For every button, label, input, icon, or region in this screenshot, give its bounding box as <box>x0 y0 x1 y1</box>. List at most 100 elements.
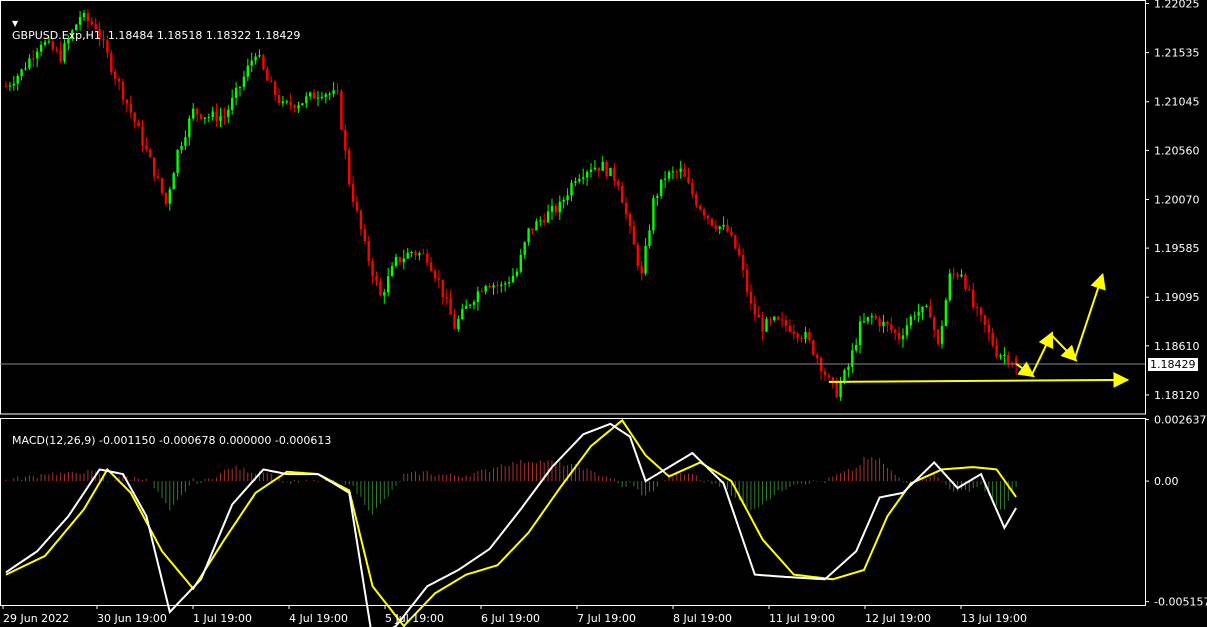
price-tick-label: 1.21535 <box>1154 47 1200 60</box>
candle-body <box>870 315 873 318</box>
candle-body <box>500 284 503 286</box>
candle-body <box>702 209 706 216</box>
candle-body <box>562 200 565 202</box>
candle-body <box>933 317 936 330</box>
candle-body <box>270 80 273 82</box>
time-tick-label: 5 Jul 19:00 <box>385 612 444 625</box>
candle-body <box>156 176 160 179</box>
candle-body <box>773 316 776 321</box>
candle-body <box>628 214 632 227</box>
candle-body <box>550 205 554 212</box>
candle-body <box>16 76 19 84</box>
candle-body <box>675 171 678 173</box>
candle-body <box>936 329 940 344</box>
projection-arrow <box>1030 331 1054 376</box>
candle-body <box>383 292 386 296</box>
candle-body <box>1003 355 1006 357</box>
candle-body <box>706 215 710 219</box>
dropdown-triangle-icon[interactable]: ▼ <box>12 19 18 28</box>
candle-body <box>344 129 347 151</box>
candle-body <box>8 85 12 87</box>
candle-body <box>687 176 690 183</box>
candle-body <box>894 330 897 333</box>
candle-body <box>582 177 585 179</box>
candle-body <box>320 96 324 98</box>
candle-body <box>979 307 983 316</box>
candle-body <box>511 275 515 283</box>
candle-body <box>816 354 819 359</box>
time-tick-label: 11 Jul 19:00 <box>769 612 835 625</box>
candle-body <box>480 291 483 293</box>
candle-body <box>445 296 448 299</box>
candle-body <box>433 270 437 279</box>
candle-body <box>831 377 834 382</box>
candle-body <box>699 205 702 210</box>
candle-body <box>636 244 639 267</box>
candle-body <box>266 69 269 81</box>
candle-body <box>519 254 522 272</box>
candle-body <box>199 114 203 119</box>
candle-body <box>129 103 132 113</box>
candle-body <box>640 266 643 274</box>
candle-body <box>184 137 187 147</box>
candle-body <box>359 210 363 230</box>
candle-body <box>839 382 842 398</box>
candle-body <box>663 178 667 180</box>
candle-body <box>738 248 741 255</box>
candle-body <box>660 179 663 197</box>
candle-body <box>426 253 429 263</box>
candle-body <box>340 90 343 130</box>
price-tick-label: 1.21045 <box>1154 96 1200 109</box>
trend-arrows <box>828 272 1130 388</box>
candle-body <box>195 108 199 115</box>
candle-body <box>367 241 370 262</box>
candle-body <box>422 253 425 255</box>
macd-lines <box>5 418 1017 627</box>
candle-body <box>121 81 125 100</box>
candle-body <box>905 325 909 336</box>
candle-body <box>671 171 675 173</box>
candle-body <box>227 109 230 117</box>
candle-body <box>476 291 480 303</box>
candle-body <box>975 307 979 309</box>
candle-body <box>605 161 608 176</box>
candle-body <box>4 86 8 88</box>
candle-body <box>219 116 222 121</box>
trading-chart[interactable]: 1.22025 1.21535 1.21045 1.20560 1.20070 1.195… <box>0 0 1207 627</box>
time-axis[interactable]: 29 Jun 2022 30 Jun 19:00 1 Jul 19:00 4 Jul … <box>2 605 1027 625</box>
time-tick-label: 6 Jul 19:00 <box>481 612 540 625</box>
candle-body <box>769 319 772 321</box>
candle-body <box>59 49 62 62</box>
candle-body <box>328 93 331 95</box>
price-tick-label: 1.19095 <box>1154 291 1200 304</box>
candle-body <box>800 337 803 339</box>
candle-body <box>20 69 23 77</box>
candle-body <box>554 205 558 213</box>
symbol-header: ▼ GBPUSD.Exp,H1 1.18484 1.18518 1.18322 … <box>5 3 300 42</box>
candle-body <box>679 168 682 172</box>
candle-body <box>43 42 47 45</box>
candle-body <box>149 149 152 158</box>
price-axis[interactable]: 1.22025 1.21535 1.21045 1.20560 1.20070 1.195… <box>1145 0 1207 609</box>
candle-body <box>305 96 308 104</box>
candle-body <box>285 101 288 103</box>
candle-body <box>843 370 846 383</box>
candle-body <box>925 306 928 308</box>
candle-body <box>12 83 15 86</box>
candle-body <box>656 196 659 198</box>
candle-body <box>117 78 121 82</box>
candle-body <box>24 68 27 70</box>
candle-body <box>535 221 538 231</box>
candle-body <box>909 316 912 326</box>
current-price-label: 1.18429 <box>1150 358 1196 371</box>
candle-body <box>710 218 714 226</box>
candle-body <box>363 229 366 242</box>
candle-body <box>944 300 948 326</box>
candle-body <box>63 43 66 62</box>
candle-body <box>246 65 249 77</box>
candle-body <box>897 332 901 340</box>
candle-body <box>168 189 171 204</box>
candle-body <box>414 252 417 256</box>
candle-body <box>332 90 335 94</box>
candle-body <box>153 157 156 177</box>
